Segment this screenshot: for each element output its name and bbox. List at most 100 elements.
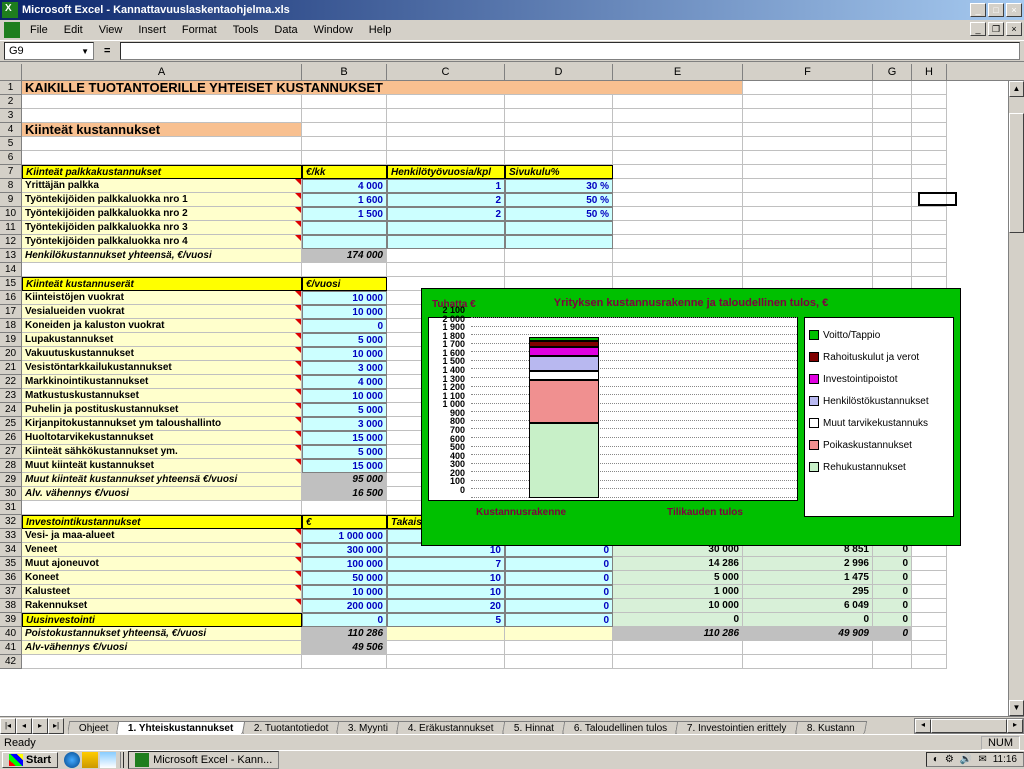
tab-nav-first-icon[interactable]: |◂ [0, 718, 16, 734]
sheet-tab[interactable]: 8. Kustann [795, 721, 867, 735]
cell[interactable] [912, 655, 947, 669]
cell[interactable]: 15 000 [302, 459, 387, 473]
menu-view[interactable]: View [91, 22, 131, 38]
cell[interactable]: Poistokustannukset yhteensä, €/vuosi [22, 627, 302, 641]
row-header[interactable]: 31 [0, 501, 22, 515]
cell[interactable] [387, 235, 505, 249]
taskbar-app-button[interactable]: Microsoft Excel - Kann... [128, 751, 279, 769]
cell[interactable] [873, 123, 912, 137]
menu-window[interactable]: Window [306, 22, 361, 38]
cell[interactable]: 5 000 [302, 445, 387, 459]
row-header[interactable]: 14 [0, 263, 22, 277]
row-header[interactable]: 16 [0, 291, 22, 305]
cell[interactable]: Työntekijöiden palkkaluokka nro 2 [22, 207, 302, 221]
cell[interactable] [743, 235, 873, 249]
cell[interactable] [613, 151, 743, 165]
cell[interactable]: 0 [505, 557, 613, 571]
row-header[interactable]: 33 [0, 529, 22, 543]
tab-nav-prev-icon[interactable]: ◂ [16, 718, 32, 734]
cell[interactable] [912, 207, 947, 221]
cell[interactable]: 10 000 [302, 585, 387, 599]
sheet-tab[interactable]: 3. Myynti [336, 721, 400, 735]
cell[interactable]: 10 000 [302, 291, 387, 305]
cell[interactable] [387, 109, 505, 123]
cell[interactable] [387, 641, 505, 655]
cell[interactable]: 10 000 [302, 347, 387, 361]
cell[interactable] [302, 137, 387, 151]
row-header[interactable]: 27 [0, 445, 22, 459]
cell[interactable]: 3 000 [302, 361, 387, 375]
cell[interactable] [912, 641, 947, 655]
row-header[interactable]: 21 [0, 361, 22, 375]
cell[interactable]: Koneiden ja kaluston vuokrat [22, 319, 302, 333]
cell[interactable] [912, 263, 947, 277]
cell[interactable]: 5 000 [302, 333, 387, 347]
cell[interactable]: 6 049 [743, 599, 873, 613]
cell[interactable] [912, 613, 947, 627]
cell[interactable]: 95 000 [302, 473, 387, 487]
cell[interactable] [387, 137, 505, 151]
cell[interactable] [912, 557, 947, 571]
cell[interactable]: 50 % [505, 193, 613, 207]
cell[interactable] [912, 249, 947, 263]
cell[interactable] [743, 123, 873, 137]
row-header[interactable]: 1 [0, 81, 22, 95]
row-header[interactable]: 7 [0, 165, 22, 179]
cell[interactable] [873, 81, 912, 95]
scroll-left-arrow-icon[interactable]: ◂ [915, 719, 931, 733]
row-header[interactable]: 23 [0, 389, 22, 403]
scroll-up-arrow-icon[interactable]: ▲ [1009, 81, 1024, 97]
cell[interactable]: 16 500 [302, 487, 387, 501]
cell[interactable] [613, 655, 743, 669]
cell[interactable]: 1 000 [613, 585, 743, 599]
cell[interactable]: Alv-vähennys €/vuosi [22, 641, 302, 655]
cell[interactable]: Henkilötyövuosia/kpl [387, 165, 505, 179]
cell[interactable] [302, 655, 387, 669]
cell[interactable]: Sivukulu% [505, 165, 613, 179]
hscroll-thumb[interactable] [931, 719, 1007, 733]
cell[interactable] [505, 137, 613, 151]
cell[interactable]: 4 000 [302, 179, 387, 193]
cell[interactable]: Kiinteät palkkakustannukset [22, 165, 302, 179]
cell[interactable] [505, 221, 613, 235]
col-header-E[interactable]: E [613, 64, 743, 80]
cell[interactable] [302, 235, 387, 249]
cell[interactable]: 0 [873, 585, 912, 599]
cell[interactable] [912, 235, 947, 249]
outlook-icon[interactable] [82, 752, 98, 768]
row-header[interactable]: 18 [0, 319, 22, 333]
menu-edit[interactable]: Edit [56, 22, 91, 38]
cell[interactable] [505, 151, 613, 165]
row-header[interactable]: 19 [0, 333, 22, 347]
cell[interactable] [302, 123, 387, 137]
cell[interactable] [613, 221, 743, 235]
cell[interactable] [873, 235, 912, 249]
vertical-scrollbar[interactable]: ▲ ▼ [1008, 81, 1024, 716]
cell[interactable]: 1 475 [743, 571, 873, 585]
workbook-icon[interactable] [4, 22, 20, 38]
cell[interactable] [912, 151, 947, 165]
cell[interactable]: Lupakustannukset [22, 333, 302, 347]
select-all-corner[interactable] [0, 64, 22, 80]
cell[interactable]: €/kk [302, 165, 387, 179]
cell[interactable] [873, 151, 912, 165]
cell[interactable]: Kalusteet [22, 585, 302, 599]
cell[interactable] [873, 193, 912, 207]
menu-format[interactable]: Format [174, 22, 225, 38]
col-header-D[interactable]: D [505, 64, 613, 80]
cell[interactable] [613, 123, 743, 137]
cell[interactable]: 0 [873, 571, 912, 585]
cell[interactable]: Huoltotarvikekustannukset [22, 431, 302, 445]
cell[interactable] [912, 95, 947, 109]
row-header[interactable]: 26 [0, 431, 22, 445]
cell[interactable] [302, 501, 387, 515]
worksheet[interactable]: A B C D E F G H 1KAIKILLE TUOTANTOERILLE… [0, 64, 1024, 734]
cell[interactable] [743, 109, 873, 123]
cell[interactable]: Kiinteät sähkökustannukset ym. [22, 445, 302, 459]
sheet-tab[interactable]: 2. Tuotantotiedot [242, 721, 341, 735]
cell[interactable] [912, 165, 947, 179]
cell[interactable]: 50 000 [302, 571, 387, 585]
cell[interactable]: 1 600 [302, 193, 387, 207]
cell[interactable]: Vakuutuskustannukset [22, 347, 302, 361]
cell[interactable] [743, 81, 873, 95]
